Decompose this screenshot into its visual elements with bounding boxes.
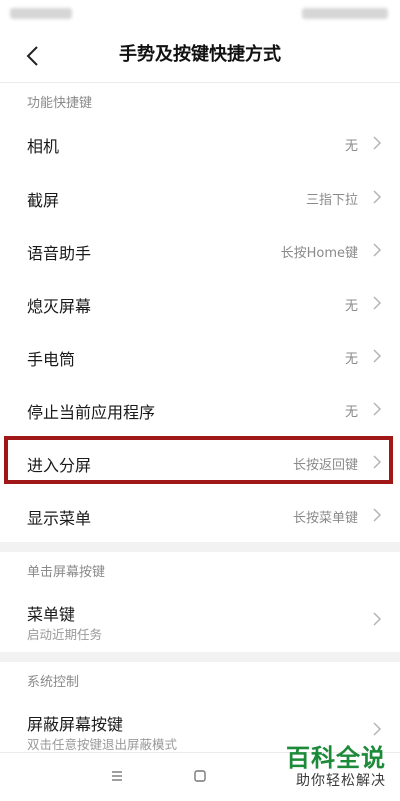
row-label: 停止当前应用程序 [27,403,156,422]
row-value: 长按菜单键 [292,511,358,526]
section-separator [0,542,400,552]
chevron-right-icon [373,722,382,736]
shortcut-row-voice-assistant[interactable]: 语音助手 长按Home键 [0,224,400,277]
section-header-label: 系统控制 [27,675,80,690]
shortcut-row-menu-key[interactable]: 菜单键 启动近期任务 [0,586,400,652]
shortcut-row-flashlight[interactable]: 手电筒 无 [0,330,400,383]
highlight-annotation-box [4,436,393,484]
nav-home-icon[interactable] [193,769,207,783]
status-time-blurred [10,8,72,19]
row-value: 长按Home键 [280,246,358,261]
section-header-system-control: 系统控制 [0,662,400,696]
page-title: 手势及按键快捷方式 [119,44,281,65]
status-icons-blurred [302,8,388,19]
section-header-screen-keys: 单击屏幕按键 [0,552,400,586]
row-label: 菜单键 [27,605,76,624]
row-label: 手电筒 [27,350,76,369]
chevron-right-icon [373,402,382,416]
back-button[interactable] [16,40,48,72]
section-header-function-shortcuts: 功能快捷键 [0,82,400,116]
back-arrow-icon [26,46,38,66]
row-value: 无 [344,139,358,154]
watermark-subtitle: 助你轻松解决 [296,773,386,789]
chevron-right-icon [373,136,382,150]
chevron-right-icon [373,612,382,626]
status-bar [0,0,400,28]
row-label: 显示菜单 [27,509,92,528]
chevron-right-icon [373,508,382,522]
chevron-right-icon [373,190,382,204]
shortcut-row-stop-app[interactable]: 停止当前应用程序 无 [0,383,400,436]
row-value: 无 [344,405,358,420]
watermark-title: 百科全说 [286,744,386,772]
chevron-right-icon [373,296,382,310]
shortcut-row-screenshot[interactable]: 截屏 三指下拉 [0,170,400,224]
row-label: 屏蔽屏幕按键 [27,715,124,734]
shortcut-row-camera[interactable]: 相机 无 [0,116,400,170]
shortcut-row-screen-off[interactable]: 熄灭屏幕 无 [0,277,400,330]
row-value: 无 [344,299,358,314]
chevron-right-icon [373,243,382,257]
row-label: 截屏 [27,191,60,210]
row-label: 熄灭屏幕 [27,297,92,316]
watermark-logo: 百科全说 助你轻松解决 [276,738,386,794]
shortcut-row-show-menu[interactable]: 显示菜单 长按菜单键 [0,489,400,542]
section-separator [0,652,400,662]
row-sublabel: 双击任意按键退出屏蔽模式 [27,737,178,752]
section-header-label: 功能快捷键 [27,96,93,111]
row-value: 三指下拉 [305,193,358,208]
chevron-right-icon [373,349,382,363]
nav-menu-icon[interactable] [110,769,124,783]
row-sublabel: 启动近期任务 [27,627,103,642]
section-header-label: 单击屏幕按键 [27,565,106,580]
row-label: 相机 [27,137,60,156]
row-value: 无 [344,352,358,367]
row-label: 语音助手 [27,244,92,263]
title-bar: 手势及按键快捷方式 [0,28,400,83]
